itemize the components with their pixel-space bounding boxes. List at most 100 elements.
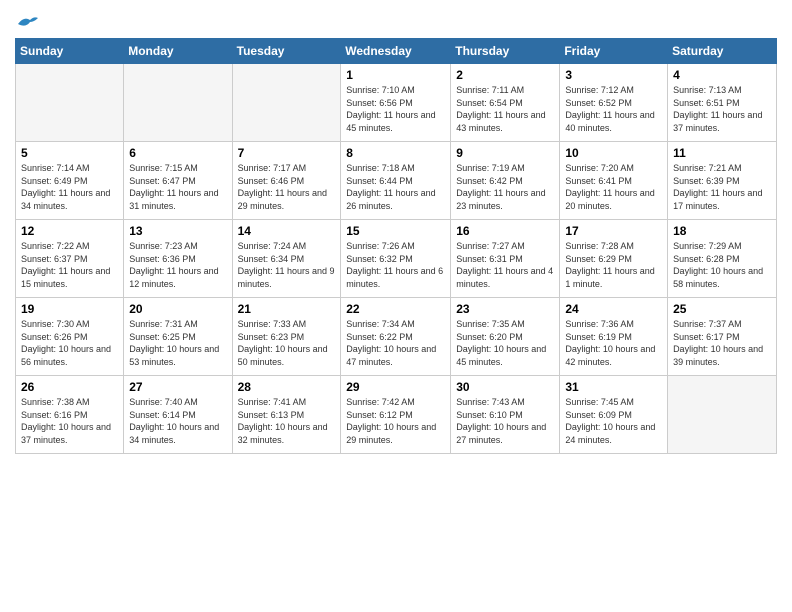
day-cell: 24 Sunrise: 7:36 AM Sunset: 6:19 PM Dayli… bbox=[560, 298, 668, 376]
day-info: Sunrise: 7:36 AM Sunset: 6:19 PM Dayligh… bbox=[565, 318, 662, 368]
weekday-header-saturday: Saturday bbox=[668, 39, 777, 64]
day-info: Sunrise: 7:37 AM Sunset: 6:17 PM Dayligh… bbox=[673, 318, 771, 368]
day-number: 11 bbox=[673, 146, 771, 160]
day-info: Sunrise: 7:40 AM Sunset: 6:14 PM Dayligh… bbox=[129, 396, 226, 446]
day-number: 29 bbox=[346, 380, 445, 394]
day-info: Sunrise: 7:14 AM Sunset: 6:49 PM Dayligh… bbox=[21, 162, 118, 212]
day-info: Sunrise: 7:24 AM Sunset: 6:34 PM Dayligh… bbox=[238, 240, 336, 290]
day-cell: 20Sunrise: 7:31 AM Sunset: 6:25 PM Dayli… bbox=[124, 298, 232, 376]
day-number: 2 bbox=[456, 68, 554, 82]
day-cell: 12 Sunrise: 7:22 AM Sunset: 6:37 PM Dayli… bbox=[16, 220, 124, 298]
day-number: 23 bbox=[456, 302, 554, 316]
day-cell: 17Sunrise: 7:28 AM Sunset: 6:29 PM Dayli… bbox=[560, 220, 668, 298]
day-number: 27 bbox=[129, 380, 226, 394]
day-info: Sunrise: 7:18 AM Sunset: 6:44 PM Dayligh… bbox=[346, 162, 445, 212]
day-cell: 9 Sunrise: 7:19 AM Sunset: 6:42 PM Daylig… bbox=[451, 142, 560, 220]
day-number: 26 bbox=[21, 380, 118, 394]
day-info: Sunrise: 7:15 AM Sunset: 6:47 PM Dayligh… bbox=[129, 162, 226, 212]
day-cell: 30 Sunrise: 7:43 AM Sunset: 6:10 PM Dayli… bbox=[451, 376, 560, 454]
week-row-5: 26 Sunrise: 7:38 AM Sunset: 6:16 PM Dayli… bbox=[16, 376, 777, 454]
day-info: Sunrise: 7:38 AM Sunset: 6:16 PM Dayligh… bbox=[21, 396, 118, 446]
day-cell: 4 Sunrise: 7:13 AM Sunset: 6:51 PM Daylig… bbox=[668, 64, 777, 142]
day-cell: 1 Sunrise: 7:10 AM Sunset: 6:56 PM Daylig… bbox=[341, 64, 451, 142]
day-cell bbox=[232, 64, 341, 142]
day-number: 28 bbox=[238, 380, 336, 394]
day-cell: 13Sunrise: 7:23 AM Sunset: 6:36 PM Dayli… bbox=[124, 220, 232, 298]
day-info: Sunrise: 7:11 AM Sunset: 6:54 PM Dayligh… bbox=[456, 84, 554, 134]
day-info: Sunrise: 7:26 AM Sunset: 6:32 PM Dayligh… bbox=[346, 240, 445, 290]
day-info: Sunrise: 7:12 AM Sunset: 6:52 PM Dayligh… bbox=[565, 84, 662, 134]
logo-general bbox=[15, 10, 38, 32]
week-row-4: 19Sunrise: 7:30 AM Sunset: 6:26 PM Dayli… bbox=[16, 298, 777, 376]
day-info: Sunrise: 7:17 AM Sunset: 6:46 PM Dayligh… bbox=[238, 162, 336, 212]
day-cell: 5Sunrise: 7:14 AM Sunset: 6:49 PM Daylig… bbox=[16, 142, 124, 220]
weekday-header-thursday: Thursday bbox=[451, 39, 560, 64]
day-info: Sunrise: 7:31 AM Sunset: 6:25 PM Dayligh… bbox=[129, 318, 226, 368]
day-info: Sunrise: 7:21 AM Sunset: 6:39 PM Dayligh… bbox=[673, 162, 771, 212]
day-number: 30 bbox=[456, 380, 554, 394]
day-number: 8 bbox=[346, 146, 445, 160]
day-cell: 19Sunrise: 7:30 AM Sunset: 6:26 PM Dayli… bbox=[16, 298, 124, 376]
day-number: 15 bbox=[346, 224, 445, 238]
day-cell: 22 Sunrise: 7:34 AM Sunset: 6:22 PM Dayli… bbox=[341, 298, 451, 376]
day-number: 12 bbox=[21, 224, 118, 238]
day-cell: 15 Sunrise: 7:26 AM Sunset: 6:32 PM Dayli… bbox=[341, 220, 451, 298]
day-info: Sunrise: 7:34 AM Sunset: 6:22 PM Dayligh… bbox=[346, 318, 445, 368]
weekday-header-friday: Friday bbox=[560, 39, 668, 64]
day-number: 31 bbox=[565, 380, 662, 394]
day-info: Sunrise: 7:23 AM Sunset: 6:36 PM Dayligh… bbox=[129, 240, 226, 290]
day-info: Sunrise: 7:29 AM Sunset: 6:28 PM Dayligh… bbox=[673, 240, 771, 290]
day-info: Sunrise: 7:43 AM Sunset: 6:10 PM Dayligh… bbox=[456, 396, 554, 446]
day-cell: 29 Sunrise: 7:42 AM Sunset: 6:12 PM Dayli… bbox=[341, 376, 451, 454]
day-number: 18 bbox=[673, 224, 771, 238]
logo bbox=[15, 10, 38, 30]
day-cell: 10 Sunrise: 7:20 AM Sunset: 6:41 PM Dayli… bbox=[560, 142, 668, 220]
day-cell: 25 Sunrise: 7:37 AM Sunset: 6:17 PM Dayli… bbox=[668, 298, 777, 376]
day-info: Sunrise: 7:42 AM Sunset: 6:12 PM Dayligh… bbox=[346, 396, 445, 446]
day-number: 10 bbox=[565, 146, 662, 160]
day-number: 3 bbox=[565, 68, 662, 82]
day-number: 9 bbox=[456, 146, 554, 160]
day-number: 17 bbox=[565, 224, 662, 238]
day-info: Sunrise: 7:20 AM Sunset: 6:41 PM Dayligh… bbox=[565, 162, 662, 212]
day-number: 14 bbox=[238, 224, 336, 238]
day-cell: 23 Sunrise: 7:35 AM Sunset: 6:20 PM Dayli… bbox=[451, 298, 560, 376]
day-number: 1 bbox=[346, 68, 445, 82]
day-cell: 7 Sunrise: 7:17 AM Sunset: 6:46 PM Daylig… bbox=[232, 142, 341, 220]
day-number: 19 bbox=[21, 302, 118, 316]
day-info: Sunrise: 7:41 AM Sunset: 6:13 PM Dayligh… bbox=[238, 396, 336, 446]
day-number: 24 bbox=[565, 302, 662, 316]
day-cell: 11 Sunrise: 7:21 AM Sunset: 6:39 PM Dayli… bbox=[668, 142, 777, 220]
day-number: 4 bbox=[673, 68, 771, 82]
day-info: Sunrise: 7:27 AM Sunset: 6:31 PM Dayligh… bbox=[456, 240, 554, 290]
page: SundayMondayTuesdayWednesdayThursdayFrid… bbox=[0, 0, 792, 612]
day-number: 6 bbox=[129, 146, 226, 160]
day-cell: 6 Sunrise: 7:15 AM Sunset: 6:47 PM Daylig… bbox=[124, 142, 232, 220]
day-number: 7 bbox=[238, 146, 336, 160]
day-cell: 31Sunrise: 7:45 AM Sunset: 6:09 PM Dayli… bbox=[560, 376, 668, 454]
weekday-header-sunday: Sunday bbox=[16, 39, 124, 64]
week-row-2: 5Sunrise: 7:14 AM Sunset: 6:49 PM Daylig… bbox=[16, 142, 777, 220]
day-cell: 14 Sunrise: 7:24 AM Sunset: 6:34 PM Dayli… bbox=[232, 220, 341, 298]
week-row-1: 1 Sunrise: 7:10 AM Sunset: 6:56 PM Daylig… bbox=[16, 64, 777, 142]
weekday-header-row: SundayMondayTuesdayWednesdayThursdayFrid… bbox=[16, 39, 777, 64]
day-info: Sunrise: 7:19 AM Sunset: 6:42 PM Dayligh… bbox=[456, 162, 554, 212]
day-cell: 21 Sunrise: 7:33 AM Sunset: 6:23 PM Dayli… bbox=[232, 298, 341, 376]
day-info: Sunrise: 7:22 AM Sunset: 6:37 PM Dayligh… bbox=[21, 240, 118, 290]
calendar-table: SundayMondayTuesdayWednesdayThursdayFrid… bbox=[15, 38, 777, 454]
day-cell: 18 Sunrise: 7:29 AM Sunset: 6:28 PM Dayli… bbox=[668, 220, 777, 298]
day-cell: 2 Sunrise: 7:11 AM Sunset: 6:54 PM Daylig… bbox=[451, 64, 560, 142]
day-number: 25 bbox=[673, 302, 771, 316]
day-info: Sunrise: 7:35 AM Sunset: 6:20 PM Dayligh… bbox=[456, 318, 554, 368]
day-number: 21 bbox=[238, 302, 336, 316]
day-cell: 3 Sunrise: 7:12 AM Sunset: 6:52 PM Daylig… bbox=[560, 64, 668, 142]
day-number: 16 bbox=[456, 224, 554, 238]
day-info: Sunrise: 7:10 AM Sunset: 6:56 PM Dayligh… bbox=[346, 84, 445, 134]
day-info: Sunrise: 7:13 AM Sunset: 6:51 PM Dayligh… bbox=[673, 84, 771, 134]
day-number: 22 bbox=[346, 302, 445, 316]
logo-bird-icon bbox=[16, 14, 38, 30]
week-row-3: 12 Sunrise: 7:22 AM Sunset: 6:37 PM Dayli… bbox=[16, 220, 777, 298]
day-info: Sunrise: 7:33 AM Sunset: 6:23 PM Dayligh… bbox=[238, 318, 336, 368]
day-cell: 27 Sunrise: 7:40 AM Sunset: 6:14 PM Dayli… bbox=[124, 376, 232, 454]
day-cell: 8 Sunrise: 7:18 AM Sunset: 6:44 PM Daylig… bbox=[341, 142, 451, 220]
